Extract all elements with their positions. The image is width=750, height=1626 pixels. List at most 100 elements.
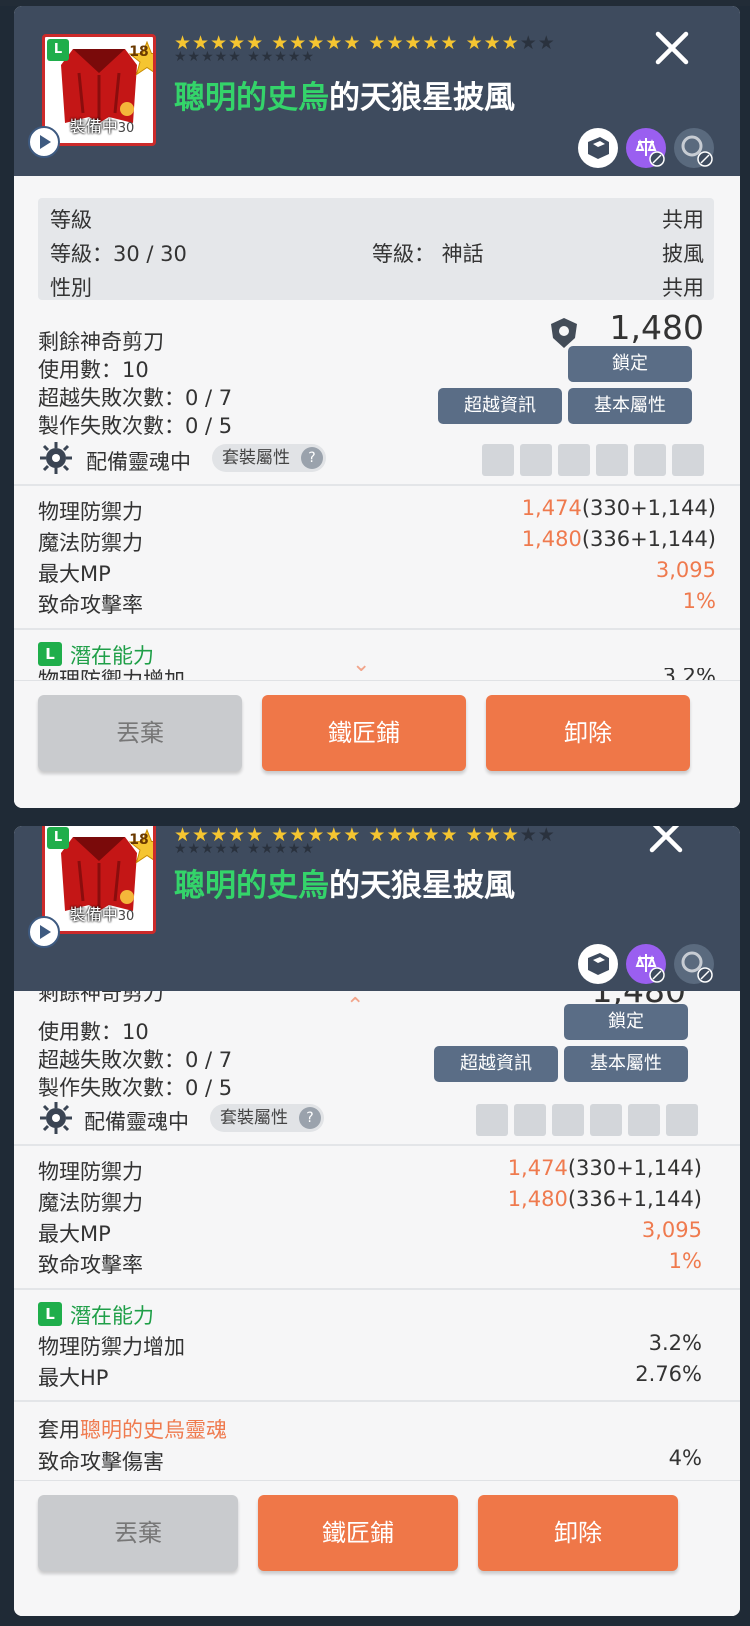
stat-value: 1% bbox=[682, 589, 716, 613]
slot-weapon-icon bbox=[482, 444, 514, 476]
item-header: L 18 裝備中30 ★★★★★ ★★★★★ ★★★★★ ★★★★★ ★★★★★… bbox=[14, 6, 740, 176]
stat-value: 1,474(330+1,144) bbox=[521, 496, 716, 520]
unequip-button[interactable]: 卸除 bbox=[486, 695, 690, 771]
scissors-label-cut: 剩餘神奇剪刀 1,480 bbox=[38, 991, 686, 1005]
soul-set-stat-value: 4% bbox=[668, 1446, 702, 1470]
unequip-button[interactable]: 卸除 bbox=[478, 1495, 678, 1571]
transcend-info-button[interactable]: 超越資訊 bbox=[438, 388, 562, 424]
header-icon-group bbox=[578, 944, 718, 984]
stat-name: 致命攻擊率 bbox=[38, 593, 143, 617]
divider bbox=[14, 628, 740, 630]
item-title: 聰明的史烏的天狼星披風 bbox=[174, 80, 515, 116]
divider bbox=[14, 484, 740, 486]
stat-name: 最大MP bbox=[38, 562, 111, 586]
grade-label: 等級： 神話 bbox=[372, 242, 484, 266]
stat-name: 最大MP bbox=[38, 1222, 111, 1246]
craft-fail-count: 製作失敗次數：0 / 5 bbox=[38, 414, 233, 438]
level-badge: L bbox=[47, 827, 69, 849]
help-icon[interactable]: ? bbox=[299, 1107, 321, 1129]
discard-button[interactable]: 丟棄 bbox=[38, 695, 242, 771]
stat-name: 魔法防禦力 bbox=[38, 1191, 143, 1215]
close-icon[interactable] bbox=[650, 26, 694, 70]
cube-icon[interactable] bbox=[578, 128, 618, 168]
star-level-badge: 18 bbox=[121, 826, 153, 864]
stat-name: 物理防禦力 bbox=[38, 500, 143, 524]
slot-star-icon bbox=[672, 444, 704, 476]
potential-badge: L bbox=[38, 1302, 62, 1326]
stat-value: 1% bbox=[668, 1249, 702, 1273]
transcend-info-button[interactable]: 超越資訊 bbox=[434, 1046, 558, 1082]
soul-icon bbox=[38, 440, 74, 476]
lock-button[interactable]: 鎖定 bbox=[568, 346, 692, 382]
level-label: 等級 bbox=[50, 208, 92, 232]
soul-equipped-label: 配備靈魂中 bbox=[84, 1110, 189, 1134]
transcend-fail-count: 超越失敗次數：0 / 7 bbox=[38, 1048, 233, 1072]
potential-stat-value: 3.2% bbox=[648, 1331, 702, 1355]
slot-weapon-icon bbox=[476, 1104, 508, 1136]
item-thumbnail[interactable]: L 18 裝備中30 bbox=[42, 826, 156, 934]
equipped-label: 裝備中30 bbox=[69, 117, 135, 136]
star-level-badge: 18 bbox=[121, 37, 153, 76]
slot-belt-icon bbox=[596, 444, 628, 476]
play-icon[interactable] bbox=[28, 126, 60, 158]
item-header: L 18 裝備中30 ★★★★★ ★★★★★ ★★★★★ ★★★★★ ★★★★★… bbox=[14, 826, 740, 991]
divider bbox=[14, 1288, 740, 1290]
potential-stat-name: 物理防禦力增加 bbox=[38, 1335, 185, 1359]
stat-name: 致命攻擊率 bbox=[38, 1253, 143, 1277]
stat-value: 1,480(336+1,144) bbox=[507, 1187, 702, 1211]
scroll-down-icon[interactable]: ⌄ bbox=[352, 652, 370, 677]
stat-value: 1,480(336+1,144) bbox=[521, 527, 716, 551]
balance-icon[interactable] bbox=[626, 128, 666, 168]
divider bbox=[14, 1400, 740, 1402]
set-attribute-button[interactable]: 套裝屬性? bbox=[210, 1104, 324, 1132]
slot-pants-icon bbox=[634, 444, 666, 476]
gender-label: 性別 bbox=[50, 276, 92, 300]
refresh-icon[interactable] bbox=[674, 128, 714, 168]
stat-value: 3,095 bbox=[641, 1218, 702, 1242]
smith-button[interactable]: 鐵匠鋪 bbox=[258, 1495, 458, 1571]
stat-value: 1,474(330+1,144) bbox=[507, 1156, 702, 1180]
level-badge: L bbox=[47, 39, 69, 61]
close-icon[interactable] bbox=[644, 826, 688, 858]
slot-helmet-icon bbox=[520, 444, 552, 476]
enhance-stars-secondary: ★★★★★ ★★★★★ bbox=[174, 841, 315, 857]
shared-label: 共用 bbox=[662, 208, 704, 232]
discard-button[interactable]: 丟棄 bbox=[38, 1495, 238, 1571]
slot-star-icon bbox=[666, 1104, 698, 1136]
item-detail-panel: L 18 裝備中30 ★★★★★ ★★★★★ ★★★★★ ★★★★★ ★★★★★… bbox=[14, 6, 740, 808]
soul-set-label: 套用聰明的史烏靈魂 bbox=[38, 1418, 227, 1442]
level-value: 等級：30 / 30 bbox=[50, 242, 187, 266]
item-thumbnail[interactable]: L 18 裝備中30 bbox=[42, 34, 156, 146]
soul-equipped-label: 配備靈魂中 bbox=[86, 450, 191, 474]
uses-count: 使用數：10 bbox=[38, 358, 149, 382]
slot-cloak-icon bbox=[552, 1104, 584, 1136]
divider bbox=[14, 1144, 740, 1146]
refresh-icon[interactable] bbox=[674, 944, 714, 984]
stat-name: 魔法防禦力 bbox=[38, 531, 143, 555]
scroll-up-icon[interactable]: ⌃ bbox=[346, 994, 364, 1019]
slot-belt-icon bbox=[590, 1104, 622, 1136]
uses-count: 使用數：10 bbox=[38, 1020, 149, 1044]
help-icon[interactable]: ? bbox=[301, 447, 323, 469]
soul-set-stat-name: 致命攻擊傷害 bbox=[38, 1450, 164, 1474]
potential-title: 潛在能力 bbox=[70, 1304, 154, 1328]
action-bar: 丟棄 鐵匠鋪 卸除 bbox=[14, 680, 740, 808]
header-icon-group bbox=[578, 128, 718, 168]
item-type: 披風 bbox=[662, 242, 704, 266]
base-stats-button[interactable]: 基本屬性 bbox=[564, 1046, 688, 1082]
base-stats-button[interactable]: 基本屬性 bbox=[568, 388, 692, 424]
slot-pants-icon bbox=[628, 1104, 660, 1136]
potential-stat-value: 2.76% bbox=[635, 1362, 702, 1386]
slot-cloak-icon bbox=[558, 444, 590, 476]
scissors-label: 剩餘神奇剪刀 bbox=[38, 330, 164, 354]
balance-icon[interactable] bbox=[626, 944, 666, 984]
potential-row-cut: 物理防禦力增加 3.2% bbox=[38, 668, 716, 680]
potential-stat-name: 最大HP bbox=[38, 1366, 109, 1390]
potential-badge: L bbox=[38, 642, 62, 666]
action-bar: 丟棄 鐵匠鋪 卸除 bbox=[14, 1480, 740, 1616]
lock-button[interactable]: 鎖定 bbox=[564, 1004, 688, 1040]
smith-button[interactable]: 鐵匠鋪 bbox=[262, 695, 466, 771]
play-icon[interactable] bbox=[28, 916, 60, 948]
set-attribute-button[interactable]: 套裝屬性? bbox=[212, 444, 326, 472]
cube-icon[interactable] bbox=[578, 944, 618, 984]
